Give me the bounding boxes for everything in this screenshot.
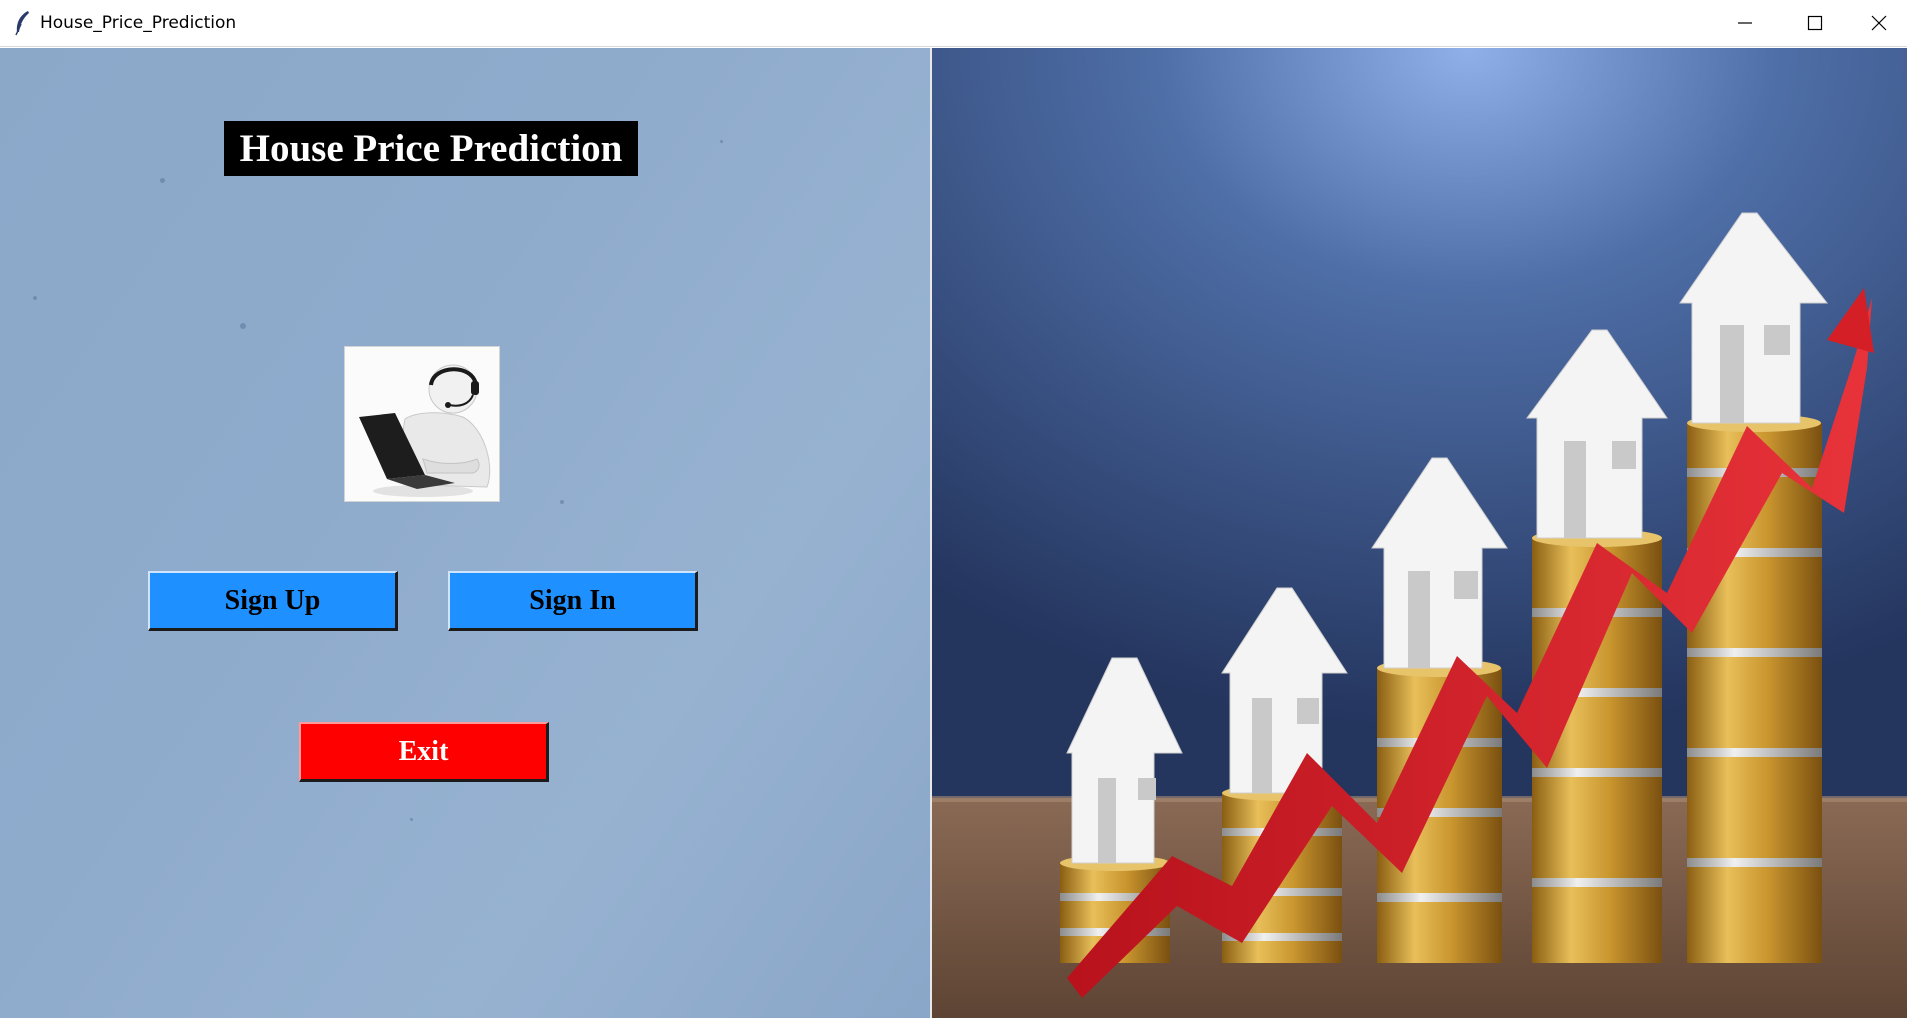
minimize-button[interactable]: [1710, 0, 1780, 46]
window-title: House_Price_Prediction: [40, 13, 237, 33]
close-button[interactable]: [1850, 0, 1907, 46]
feather-icon: [12, 10, 34, 36]
minimize-icon: [1738, 22, 1752, 24]
close-icon: [1871, 15, 1887, 31]
exit-button[interactable]: Exit: [299, 722, 549, 782]
sign-up-button[interactable]: Sign Up: [148, 571, 398, 631]
maximize-icon: [1807, 15, 1823, 31]
maximize-button[interactable]: [1780, 0, 1850, 46]
login-panel: House Price Prediction Sign Up Sign In E…: [0, 48, 930, 1018]
sign-in-button[interactable]: Sign In: [448, 571, 698, 631]
window-titlebar: House_Price_Prediction: [0, 0, 1907, 47]
house-price-growth-illustration: [932, 48, 1907, 1018]
page-title: House Price Prediction: [224, 121, 638, 176]
user-laptop-headset-icon: [344, 346, 500, 502]
